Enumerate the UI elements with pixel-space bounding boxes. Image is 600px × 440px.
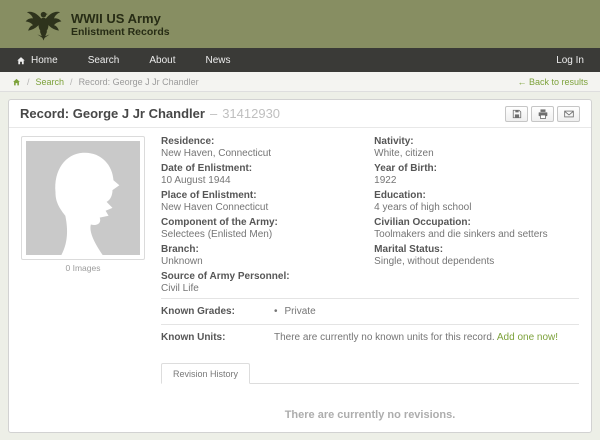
main-nav: Home Search About News Log In <box>0 48 600 72</box>
field-value: Single, without dependents <box>374 256 495 267</box>
images-count-caption: 0 Images <box>65 263 101 273</box>
back-to-results-link[interactable]: ← Back to results <box>517 77 588 87</box>
known-units-label: Known Units: <box>161 332 226 343</box>
field-label: Source of Army Personnel: <box>161 271 290 282</box>
field-value: New Haven, Connecticut <box>161 148 272 159</box>
add-unit-link[interactable]: Add one now! <box>497 332 558 343</box>
field-label: Place of Enlistment: <box>161 190 257 201</box>
field-date-of-enlistment: Date of Enlistment: 10 August 1944 <box>161 163 374 187</box>
field-education: Education: 4 years of high school <box>374 190 579 214</box>
field-label: Component of the Army: <box>161 217 278 228</box>
back-to-results-label: Back to results <box>528 76 588 87</box>
fields-column-right: Nativity: White, citizen Year of Birth: … <box>374 136 579 298</box>
nav-about-label: About <box>149 54 176 66</box>
back-arrow-icon: ← <box>517 76 527 87</box>
record-details: Residence: New Haven, Connecticut Date o… <box>161 136 579 421</box>
save-icon <box>512 109 521 118</box>
record-content: 0 Images Residence: New Haven, Connectic… <box>9 128 591 421</box>
record-serial-number: 31412930 <box>222 106 281 121</box>
known-grades-label: Known Grades: <box>161 306 235 317</box>
record-photo-frame <box>21 136 145 260</box>
field-label: Residence: <box>161 136 215 147</box>
site-header: WWII US Army Enlistment Records <box>0 0 600 48</box>
known-units-text: There are currently no known units for t… <box>274 332 558 344</box>
breadcrumb-home-link[interactable] <box>12 78 21 86</box>
field-value: Selectees (Enlisted Men) <box>161 229 273 240</box>
brand-title: WWII US Army <box>71 10 161 26</box>
fields-column-left: Residence: New Haven, Connecticut Date o… <box>161 136 374 298</box>
breadcrumb-current: Record: George J Jr Chandler <box>78 76 199 87</box>
field-residence: Residence: New Haven, Connecticut <box>161 136 374 160</box>
envelope-icon <box>563 110 574 117</box>
fields-columns: Residence: New Haven, Connecticut Date o… <box>161 136 579 298</box>
soldier-placeholder-image <box>26 141 140 255</box>
printer-icon <box>538 108 547 119</box>
field-label: Education: <box>374 190 426 201</box>
image-column: 0 Images <box>21 136 148 421</box>
field-value: Toolmakers and die sinkers and setters <box>374 229 548 240</box>
page: WWII US Army Enlistment Records Home Sea… <box>0 0 600 440</box>
field-value: 10 August 1944 <box>161 175 231 186</box>
field-value: White, citizen <box>374 148 434 159</box>
known-units-row: Known Units: There are currently no know… <box>161 325 579 350</box>
known-grades-row: Known Grades: Private <box>161 299 579 324</box>
field-year-of-birth: Year of Birth: 1922 <box>374 163 579 187</box>
known-grade-item: Private <box>274 306 316 318</box>
field-value: Unknown <box>161 256 203 267</box>
login-link[interactable]: Log In <box>541 48 590 72</box>
print-button[interactable] <box>531 105 554 122</box>
record-actions <box>505 105 580 122</box>
field-civilian-occupation: Civilian Occupation: Toolmakers and die … <box>374 217 579 241</box>
field-value: Civil Life <box>161 283 199 294</box>
field-branch: Branch: Unknown <box>161 244 374 268</box>
record-dash: – <box>209 106 218 121</box>
field-label: Branch: <box>161 244 199 255</box>
field-place-of-enlistment: Place of Enlistment: New Haven Connectic… <box>161 190 374 214</box>
breadcrumb: / Search / Record: George J Jr Chandler … <box>0 72 600 92</box>
field-label: Nativity: <box>374 136 414 147</box>
login-label: Log In <box>556 54 584 66</box>
field-marital-status: Marital Status: Single, without dependen… <box>374 244 579 268</box>
page-title: Record: George J Jr Chandler <box>20 106 205 121</box>
field-label: Marital Status: <box>374 244 444 255</box>
brand-subtitle: Enlistment Records <box>71 25 170 38</box>
house-icon <box>17 56 25 64</box>
nav-item-search[interactable]: Search <box>73 48 135 72</box>
save-button[interactable] <box>505 105 528 122</box>
no-revisions-message: There are currently no revisions. <box>284 409 456 421</box>
field-label: Year of Birth: <box>374 163 437 174</box>
field-label: Civilian Occupation: <box>374 217 471 228</box>
breadcrumb-separator: / <box>70 76 73 87</box>
nav-search-label: Search <box>87 54 120 66</box>
house-icon <box>13 78 20 85</box>
nav-item-home[interactable]: Home <box>10 48 73 72</box>
nav-item-news[interactable]: News <box>191 48 246 72</box>
nav-news-label: News <box>205 54 231 66</box>
breadcrumb-separator: / <box>27 76 30 87</box>
breadcrumb-search-link[interactable]: Search <box>36 77 65 87</box>
nav-home-label: Home <box>31 54 58 66</box>
field-source-of-personnel: Source of Army Personnel: Civil Life <box>161 271 374 295</box>
field-value: 1922 <box>374 175 397 186</box>
field-value: 4 years of high school <box>374 202 472 213</box>
brand-text: WWII US Army Enlistment Records <box>71 11 170 38</box>
record-card: Record: George J Jr Chandler – 31412930 <box>8 99 592 433</box>
no-units-message: There are currently no known units for t… <box>274 332 495 343</box>
field-value: New Haven Connecticut <box>161 202 269 213</box>
field-nativity: Nativity: White, citizen <box>374 136 579 160</box>
revision-tabs: Revision History <box>161 363 579 384</box>
record-title-row: Record: George J Jr Chandler – 31412930 <box>9 100 591 128</box>
army-eagle-logo-icon <box>25 6 62 43</box>
tab-revision-history[interactable]: Revision History <box>161 363 251 384</box>
field-component-of-army: Component of the Army: Selectees (Enlist… <box>161 217 374 241</box>
soldier-silhouette-icon <box>55 152 120 255</box>
field-label: Date of Enlistment: <box>161 163 253 174</box>
email-button[interactable] <box>557 105 580 122</box>
nav-item-about[interactable]: About <box>134 48 190 72</box>
